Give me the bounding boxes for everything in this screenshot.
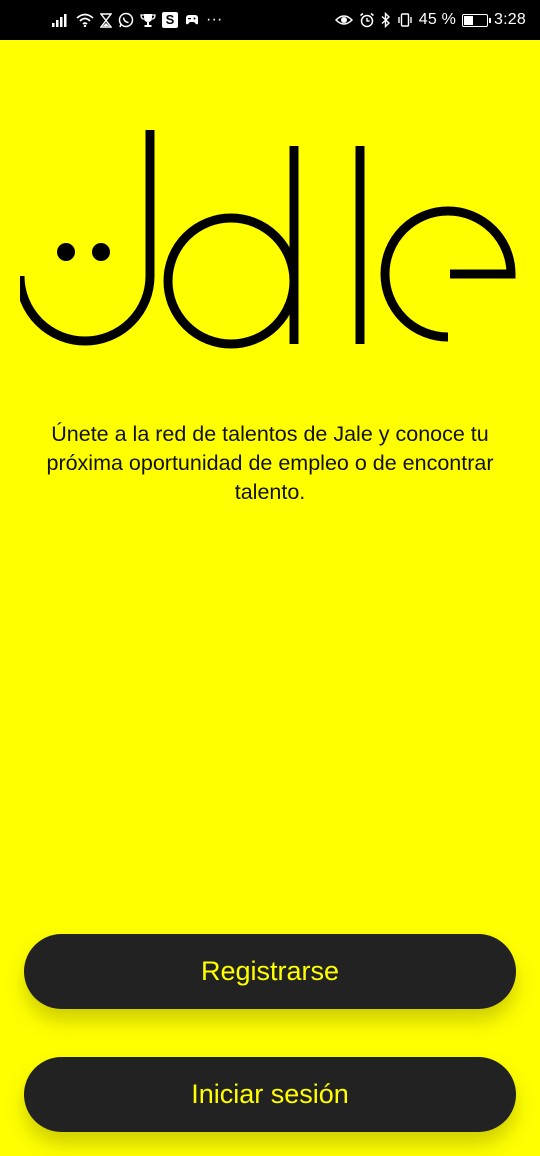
game-icon (184, 11, 200, 29)
login-button[interactable]: Iniciar sesión (24, 1057, 516, 1132)
eye-icon (334, 11, 353, 29)
battery-icon (462, 13, 492, 27)
logo-letter-e (380, 206, 516, 342)
alarm-icon (359, 11, 375, 29)
logo-eye-right (92, 243, 110, 261)
status-time: 3:28 (494, 11, 526, 28)
status-bar-right: 45 % 3:28 (334, 11, 526, 29)
more-dots-icon: ··· (206, 11, 223, 28)
logo-eye-left (57, 243, 75, 261)
tagline: Únete a la red de talentos de Jale y con… (46, 422, 494, 504)
signal-icon (52, 11, 70, 29)
register-button[interactable]: Registrarse (24, 934, 516, 1009)
logo-letter-j (20, 130, 155, 346)
logo-letter-a-bowl (163, 213, 299, 349)
s-app-icon: S (162, 11, 178, 29)
hourglass-icon (100, 11, 112, 29)
battery-fill (464, 15, 474, 25)
whatsapp-icon (118, 11, 134, 29)
status-bar-left: S ··· (52, 11, 223, 29)
trophy-icon (140, 11, 156, 29)
s-app-label: S (162, 12, 178, 28)
battery-percent: 45 % (418, 11, 457, 28)
status-bar: S ··· 45 % 3:28 (0, 0, 540, 40)
wifi-icon (76, 11, 94, 29)
jale-logo (20, 130, 516, 349)
vibrate-icon (397, 11, 413, 29)
bluetooth-icon (381, 11, 391, 29)
